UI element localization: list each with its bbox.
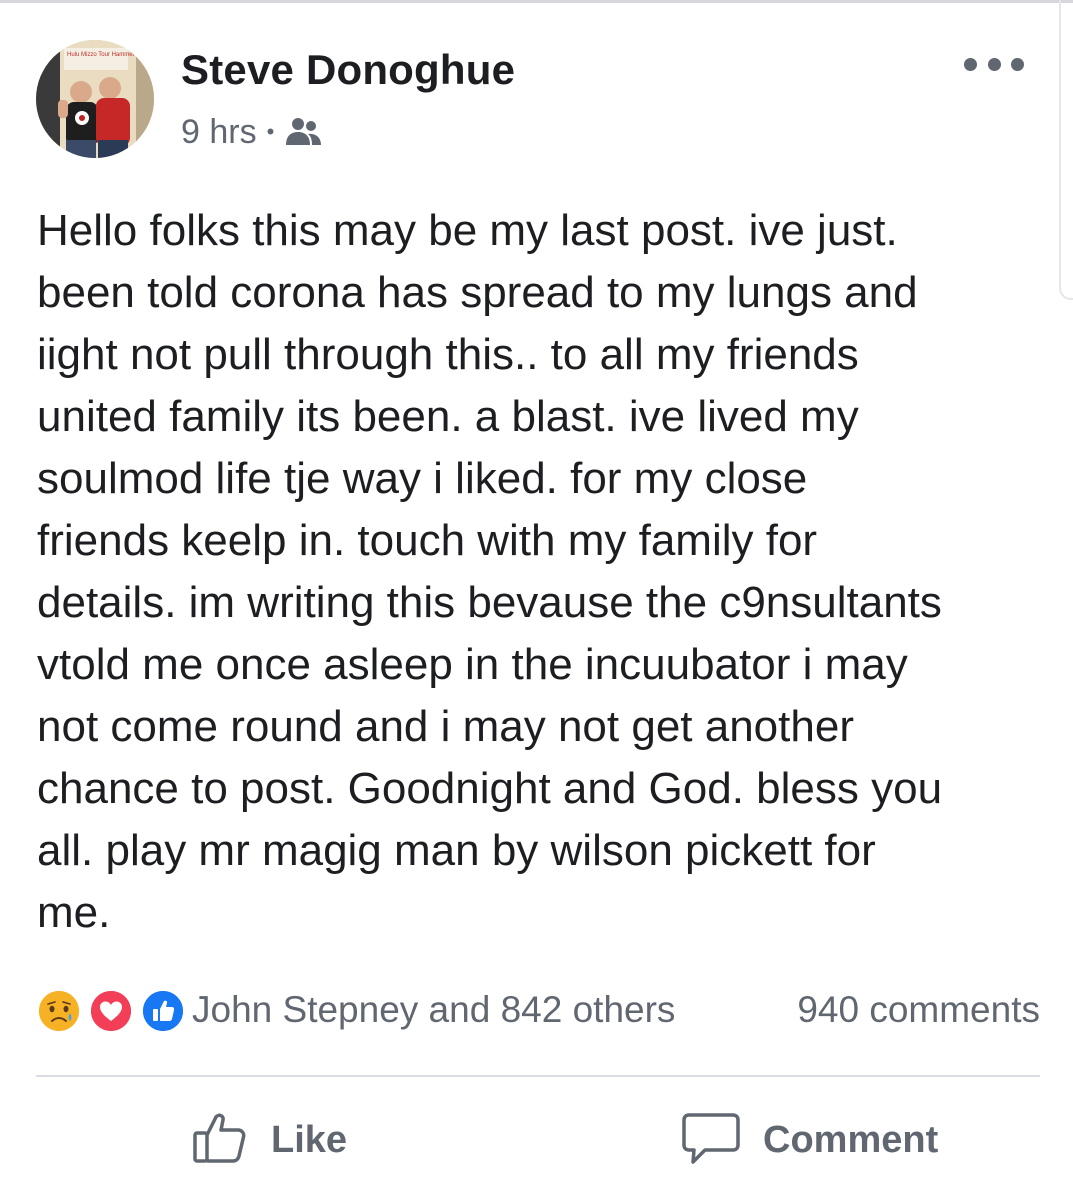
- svg-text:Hulu Mizzo Tour Hammers: Hulu Mizzo Tour Hammers: [67, 52, 138, 58]
- sad-reaction-icon: [36, 988, 82, 1034]
- comment-label: Comment: [763, 1118, 939, 1161]
- avatar-photo: Hulu Mizzo Tour Hammers: [36, 40, 154, 158]
- more-dot-icon: [1011, 57, 1024, 71]
- thumbs-up-icon: [191, 1109, 249, 1172]
- post-body: Hello folks this may be my last post. iv…: [37, 206, 943, 937]
- more-options-button[interactable]: [964, 52, 1024, 76]
- post-meta: 9 hrs •: [181, 112, 324, 152]
- more-dot-icon: [987, 57, 1001, 71]
- like-label: Like: [271, 1118, 348, 1161]
- reactors-summary[interactable]: John Stepney and 842 others: [192, 989, 675, 1031]
- avatar-sign-text: Hulu Mizzo Tour Hammers: [67, 52, 138, 58]
- like-reaction-icon: [140, 988, 186, 1034]
- scroll-edge: [1059, 0, 1073, 300]
- friends-icon[interactable]: [284, 115, 324, 149]
- timestamp[interactable]: 9 hrs: [181, 113, 257, 152]
- reaction-icons: [36, 988, 186, 1034]
- author-name[interactable]: Steve Donoghue: [181, 46, 515, 94]
- divider: [36, 1075, 1040, 1077]
- post-header: Hulu Mizzo Tour Hammers Steve Donoghue 9…: [36, 40, 1036, 160]
- comment-button[interactable]: Comment: [681, 1108, 938, 1172]
- meta-separator: •: [266, 119, 275, 144]
- reactions-summary[interactable]: John Stepney and 842 others 940 comments: [36, 985, 1040, 1035]
- top-border: [0, 0, 1073, 3]
- more-dot-icon: [964, 57, 977, 71]
- like-button[interactable]: Like: [191, 1108, 347, 1172]
- comment-bubble-icon: [681, 1109, 741, 1172]
- action-bar: Like Comment: [36, 1078, 1040, 1200]
- love-reaction-icon: [88, 988, 134, 1034]
- comments-count[interactable]: 940 comments: [797, 989, 1040, 1031]
- avatar[interactable]: Hulu Mizzo Tour Hammers: [36, 40, 154, 158]
